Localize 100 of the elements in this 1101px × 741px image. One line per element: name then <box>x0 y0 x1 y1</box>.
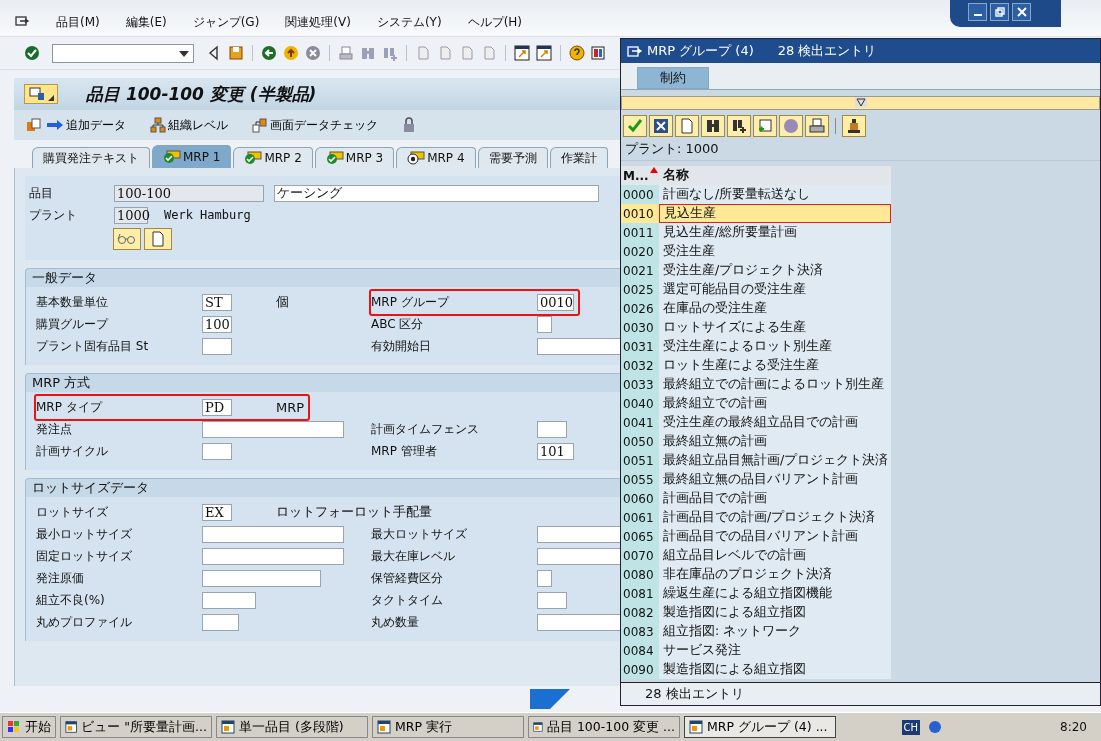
input-field[interactable]: 100 <box>202 315 232 333</box>
binoculars-plus-icon[interactable] <box>727 115 751 137</box>
list-row[interactable]: 0040 最終組立での計画 <box>621 394 1100 413</box>
plant-field[interactable]: 1000 <box>114 206 148 224</box>
input-field[interactable] <box>202 442 232 460</box>
save-icon[interactable] <box>228 45 244 61</box>
menu-item[interactable]: システム(Y) <box>376 13 442 31</box>
menu-item[interactable]: ヘルプ(H) <box>467 13 522 31</box>
input-field[interactable] <box>202 525 344 543</box>
arrow-icon <box>46 119 64 131</box>
list-row[interactable]: 0031 受注生産によるロット別生産 <box>621 337 1100 356</box>
list-row[interactable]: 0050 最終組立無の計画 <box>621 432 1100 451</box>
menu-icon[interactable] <box>627 43 643 59</box>
menu-item[interactable]: ジャンプ(G) <box>192 13 260 31</box>
input-field[interactable] <box>202 569 321 587</box>
taskbar-item[interactable]: MRP グループ (4) ... <box>684 716 836 738</box>
list-row[interactable]: 0020 受注生産 <box>621 242 1100 261</box>
list-row[interactable]: 0032 ロット生産による受注生産 <box>621 356 1100 375</box>
taskbar-item[interactable]: ビュー "所要量計画... <box>60 716 212 738</box>
item-field[interactable]: 100-100 <box>114 184 264 202</box>
toolbar-button[interactable]: 組織レベル <box>150 116 228 134</box>
list-row[interactable]: 0081 繰返生産による組立指図機能 <box>621 584 1100 603</box>
lock-icon[interactable] <box>402 117 416 133</box>
column-header[interactable]: 名称 <box>659 166 891 185</box>
menu-item[interactable]: 品目(M) <box>56 13 100 31</box>
layout-icon[interactable] <box>591 45 607 61</box>
list-row[interactable]: 0061 計画品目での計画/プロジェクト決済 <box>621 508 1100 527</box>
menu-item[interactable]: 編集(E) <box>125 13 167 31</box>
tab[interactable]: 作業計 <box>549 147 608 168</box>
minimize-icon[interactable] <box>968 3 987 21</box>
list-row[interactable]: 0000 計画なし/所要量転送なし <box>621 185 1100 204</box>
input-field[interactable] <box>202 591 256 609</box>
print-icon[interactable] <box>338 45 354 61</box>
page-icon[interactable] <box>144 228 172 250</box>
input-field[interactable]: 101 <box>537 442 574 460</box>
list-row[interactable]: 0082 製造指図による組立指図 <box>621 603 1100 622</box>
restore-icon[interactable] <box>990 3 1009 21</box>
input-field[interactable]: 0010 <box>537 293 574 311</box>
input-field[interactable] <box>202 420 344 438</box>
list-row[interactable]: 0041 受注生産の最終組立品目での計画 <box>621 413 1100 432</box>
list-row[interactable]: 0070 組立品目レベルでの計画 <box>621 546 1100 565</box>
taskbar-item[interactable]: 単一品目 (多段階) <box>216 716 368 738</box>
list-row[interactable]: 0025 選定可能品目の受注生産 <box>621 280 1100 299</box>
toolbar-button[interactable]: 追加データ <box>46 116 126 134</box>
tab[interactable]: MRP 3 <box>314 147 395 168</box>
description-field[interactable]: ケーシング <box>274 184 599 202</box>
input-field[interactable]: ST <box>202 293 232 311</box>
list-row[interactable]: 0090 製造指図による組立指図 <box>621 660 1100 679</box>
tab[interactable]: MRP 1 <box>152 145 232 168</box>
list-row[interactable]: 0060 計画品目での計画 <box>621 489 1100 508</box>
tab[interactable]: 制約 <box>637 67 709 89</box>
list-row[interactable]: 0055 最終組立無の品目バリアント計画 <box>621 470 1100 489</box>
input-field[interactable]: PD <box>202 398 232 416</box>
list-row[interactable]: 0051 最終組立品目無計画/プロジェクト決済 <box>621 451 1100 470</box>
input-field[interactable] <box>537 591 567 609</box>
tab[interactable]: MRP 4 <box>396 147 476 168</box>
check-icon[interactable] <box>623 115 647 137</box>
input-field[interactable]: EX <box>202 503 232 521</box>
tab[interactable]: 需要予測 <box>477 147 548 168</box>
list-row[interactable]: 0080 非在庫品のプロジェクト決済 <box>621 565 1100 584</box>
taskbar-item[interactable]: MRP 実行 <box>372 716 524 738</box>
tab[interactable]: MRP 2 <box>233 147 313 168</box>
menu-button[interactable] <box>24 84 58 104</box>
taskbar-item[interactable]: 品目 100-100 変更 ... <box>528 716 680 738</box>
collapse-bar[interactable] <box>621 96 1100 110</box>
menu-item[interactable]: 関連処理(V) <box>285 13 351 31</box>
list-row[interactable]: 0030 ロットサイズによる生産 <box>621 318 1100 337</box>
input-field[interactable] <box>202 547 344 565</box>
dropdown-icon[interactable] <box>179 50 189 57</box>
list-row[interactable]: 0083 組立指図: ネットワーク <box>621 622 1100 641</box>
back-icon[interactable] <box>261 45 277 61</box>
toolbar-button[interactable]: 画面データチェック <box>252 116 378 134</box>
close-icon[interactable] <box>1012 3 1031 21</box>
list-row[interactable]: 0065 計画品目での品目バリアント計画 <box>621 527 1100 546</box>
list-row[interactable]: 0011 見込生産/総所要量計画 <box>621 223 1100 242</box>
input-field[interactable] <box>202 613 239 631</box>
window-icon[interactable] <box>514 45 530 61</box>
list-row[interactable]: 0033 最終組立での計画によるロット別生産 <box>621 375 1100 394</box>
list-row[interactable]: 0026 在庫品の受注生産 <box>621 299 1100 318</box>
print-icon[interactable] <box>805 115 829 137</box>
glasses-icon[interactable] <box>113 228 141 250</box>
check-icon[interactable] <box>24 45 40 61</box>
binoculars-icon[interactable] <box>701 115 725 137</box>
window-icon[interactable] <box>536 45 552 61</box>
list-row[interactable]: 0084 サービス発注 <box>621 641 1100 660</box>
column-header[interactable]: M... <box>621 166 659 185</box>
language-indicator[interactable]: CH <box>901 719 921 735</box>
start-button[interactable]: 开始 <box>2 716 56 738</box>
stamp-icon[interactable] <box>842 115 866 137</box>
up-icon[interactable] <box>283 45 299 61</box>
input-field[interactable] <box>537 569 552 587</box>
display-change-icon[interactable] <box>26 117 42 133</box>
list-row[interactable]: 0021 受注生産/プロジェクト決済 <box>621 261 1100 280</box>
cancel-icon[interactable] <box>649 115 673 137</box>
input-field[interactable] <box>537 420 567 438</box>
list-row[interactable]: 0010 見込生産 <box>621 204 1100 223</box>
input-field[interactable] <box>202 337 232 355</box>
command-field[interactable] <box>52 43 194 63</box>
tab[interactable]: 購買発注テキスト <box>32 147 150 168</box>
cancel-icon[interactable] <box>305 45 321 61</box>
